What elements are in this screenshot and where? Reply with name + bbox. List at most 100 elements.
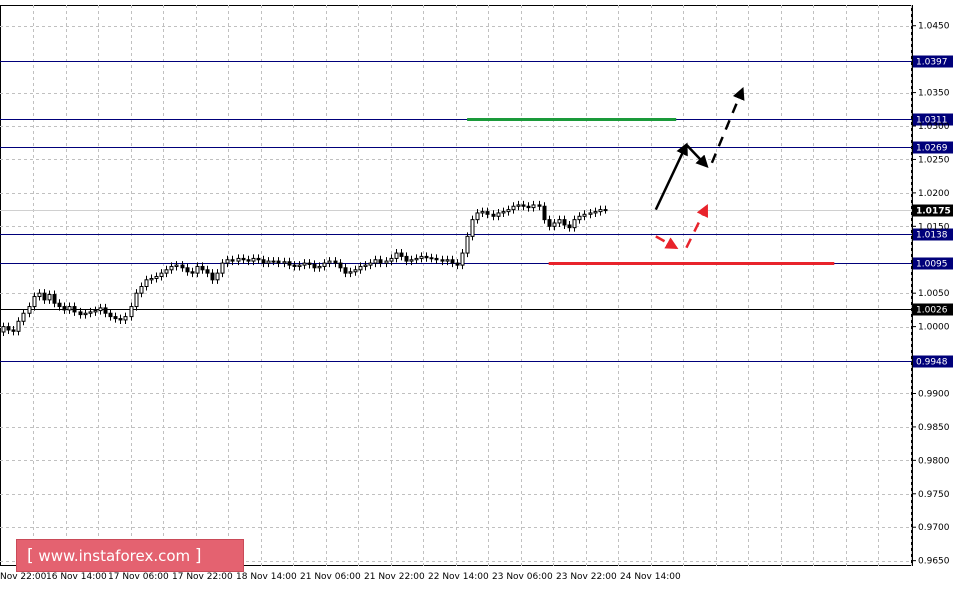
candle-body xyxy=(195,265,200,274)
y-tick-label: 1.0200 xyxy=(918,189,950,199)
candle-body xyxy=(78,311,83,316)
candle-body xyxy=(37,292,42,298)
candle-body xyxy=(164,269,169,274)
candle-body xyxy=(42,292,47,301)
candle-body xyxy=(159,272,164,277)
x-tick-label: Nov 22:00 xyxy=(0,572,47,582)
candle-body xyxy=(440,259,445,262)
candle-body xyxy=(414,257,419,261)
candle-body xyxy=(1,326,6,333)
candle-body xyxy=(343,267,348,274)
candle-body xyxy=(144,279,149,288)
candle-body xyxy=(83,312,88,316)
candle-body xyxy=(185,267,190,273)
y-tick-label: 1.0350 xyxy=(918,89,950,99)
candle-body xyxy=(445,259,450,262)
candle-body xyxy=(333,260,338,264)
candle-body xyxy=(496,212,501,217)
candle-body xyxy=(302,262,307,266)
highlight-lines xyxy=(467,118,835,265)
candle-body xyxy=(32,296,37,308)
candle-body xyxy=(225,259,230,264)
candle-body xyxy=(531,204,536,209)
candle-body xyxy=(434,257,439,261)
candle-body xyxy=(180,264,185,269)
candle-body xyxy=(174,264,179,267)
level-label: 0.9948 xyxy=(916,358,948,368)
y-tick-label: 1.0250 xyxy=(918,155,950,165)
candle-body xyxy=(118,318,123,321)
y-tick-label: 1.0150 xyxy=(918,222,950,232)
x-tick-label: 24 Nov 14:00 xyxy=(620,572,681,582)
candle-body xyxy=(480,211,485,214)
y-axis: 1.0450 1.0350 1.0300 1.0250 1.0200 1.0150 1.00… xyxy=(912,5,950,567)
x-tick-label: 16 Nov 14:00 xyxy=(46,572,107,582)
price-chart: 1.03971.03111.02691.01381.00951.00260.99… xyxy=(0,5,953,582)
candle-body xyxy=(251,257,256,262)
candle-body xyxy=(363,264,368,267)
y-tick-label: 0.9650 xyxy=(918,557,950,567)
candles xyxy=(1,200,608,336)
candle-body xyxy=(404,255,409,262)
candle-body xyxy=(327,260,332,264)
x-tick-label: 22 Nov 14:00 xyxy=(428,572,489,582)
candle-body xyxy=(521,204,526,207)
candle-body xyxy=(429,257,434,260)
candle-body xyxy=(465,235,470,254)
candle-body xyxy=(6,326,11,331)
level-label: 1.0026 xyxy=(916,306,948,316)
candle-body xyxy=(129,306,134,318)
candle-body xyxy=(368,262,373,266)
candle-body xyxy=(123,316,128,321)
candle-body xyxy=(378,259,383,264)
candle-body xyxy=(200,265,205,271)
candle-body xyxy=(547,219,552,227)
candle-body xyxy=(577,215,582,221)
candle-body xyxy=(16,320,21,332)
candle-body xyxy=(134,292,139,308)
x-tick-label: 18 Nov 14:00 xyxy=(236,572,297,582)
watermark-badge: [ www.instaforex.com ] xyxy=(16,539,244,572)
candle-body xyxy=(62,306,67,311)
y-tick-label: 1.0050 xyxy=(918,289,950,299)
candle-body xyxy=(210,272,215,281)
candle-body xyxy=(603,209,608,212)
candle-body xyxy=(205,269,210,274)
candle-body xyxy=(424,255,429,259)
candle-body xyxy=(169,265,174,271)
candle-body xyxy=(287,261,292,266)
candle-body xyxy=(470,219,475,237)
candle-body xyxy=(149,277,154,281)
candle-body xyxy=(21,312,26,322)
candle-body xyxy=(491,213,496,217)
candle-body xyxy=(266,260,271,264)
candle-body xyxy=(394,252,399,259)
candle-body xyxy=(358,265,363,271)
candle-body xyxy=(542,205,547,221)
candle-body xyxy=(67,306,72,311)
candle-body xyxy=(98,307,103,312)
candle-body xyxy=(373,259,378,264)
candle-body xyxy=(108,312,113,318)
candle-body xyxy=(246,259,251,262)
candle-body xyxy=(353,269,358,273)
candle-body xyxy=(57,302,62,308)
candle-body xyxy=(317,265,322,269)
candle-body xyxy=(567,224,572,229)
last-price-label: 1.0175 xyxy=(916,207,951,217)
candle-body xyxy=(338,262,343,269)
candle-body xyxy=(276,260,281,264)
candle-body xyxy=(506,209,511,213)
candle-body xyxy=(419,255,424,259)
candle-body xyxy=(593,211,598,214)
candle-body xyxy=(93,310,98,313)
watermark-text: www.instaforex.com xyxy=(38,547,191,565)
candle-body xyxy=(409,259,414,262)
y-tick-label: 0.9750 xyxy=(918,490,950,500)
candle-body xyxy=(261,259,266,264)
candle-body xyxy=(282,261,287,264)
chart-grid xyxy=(0,5,912,566)
y-tick-label: 1.0000 xyxy=(918,323,950,333)
candle-body xyxy=(348,271,353,274)
candle-body xyxy=(47,294,52,301)
